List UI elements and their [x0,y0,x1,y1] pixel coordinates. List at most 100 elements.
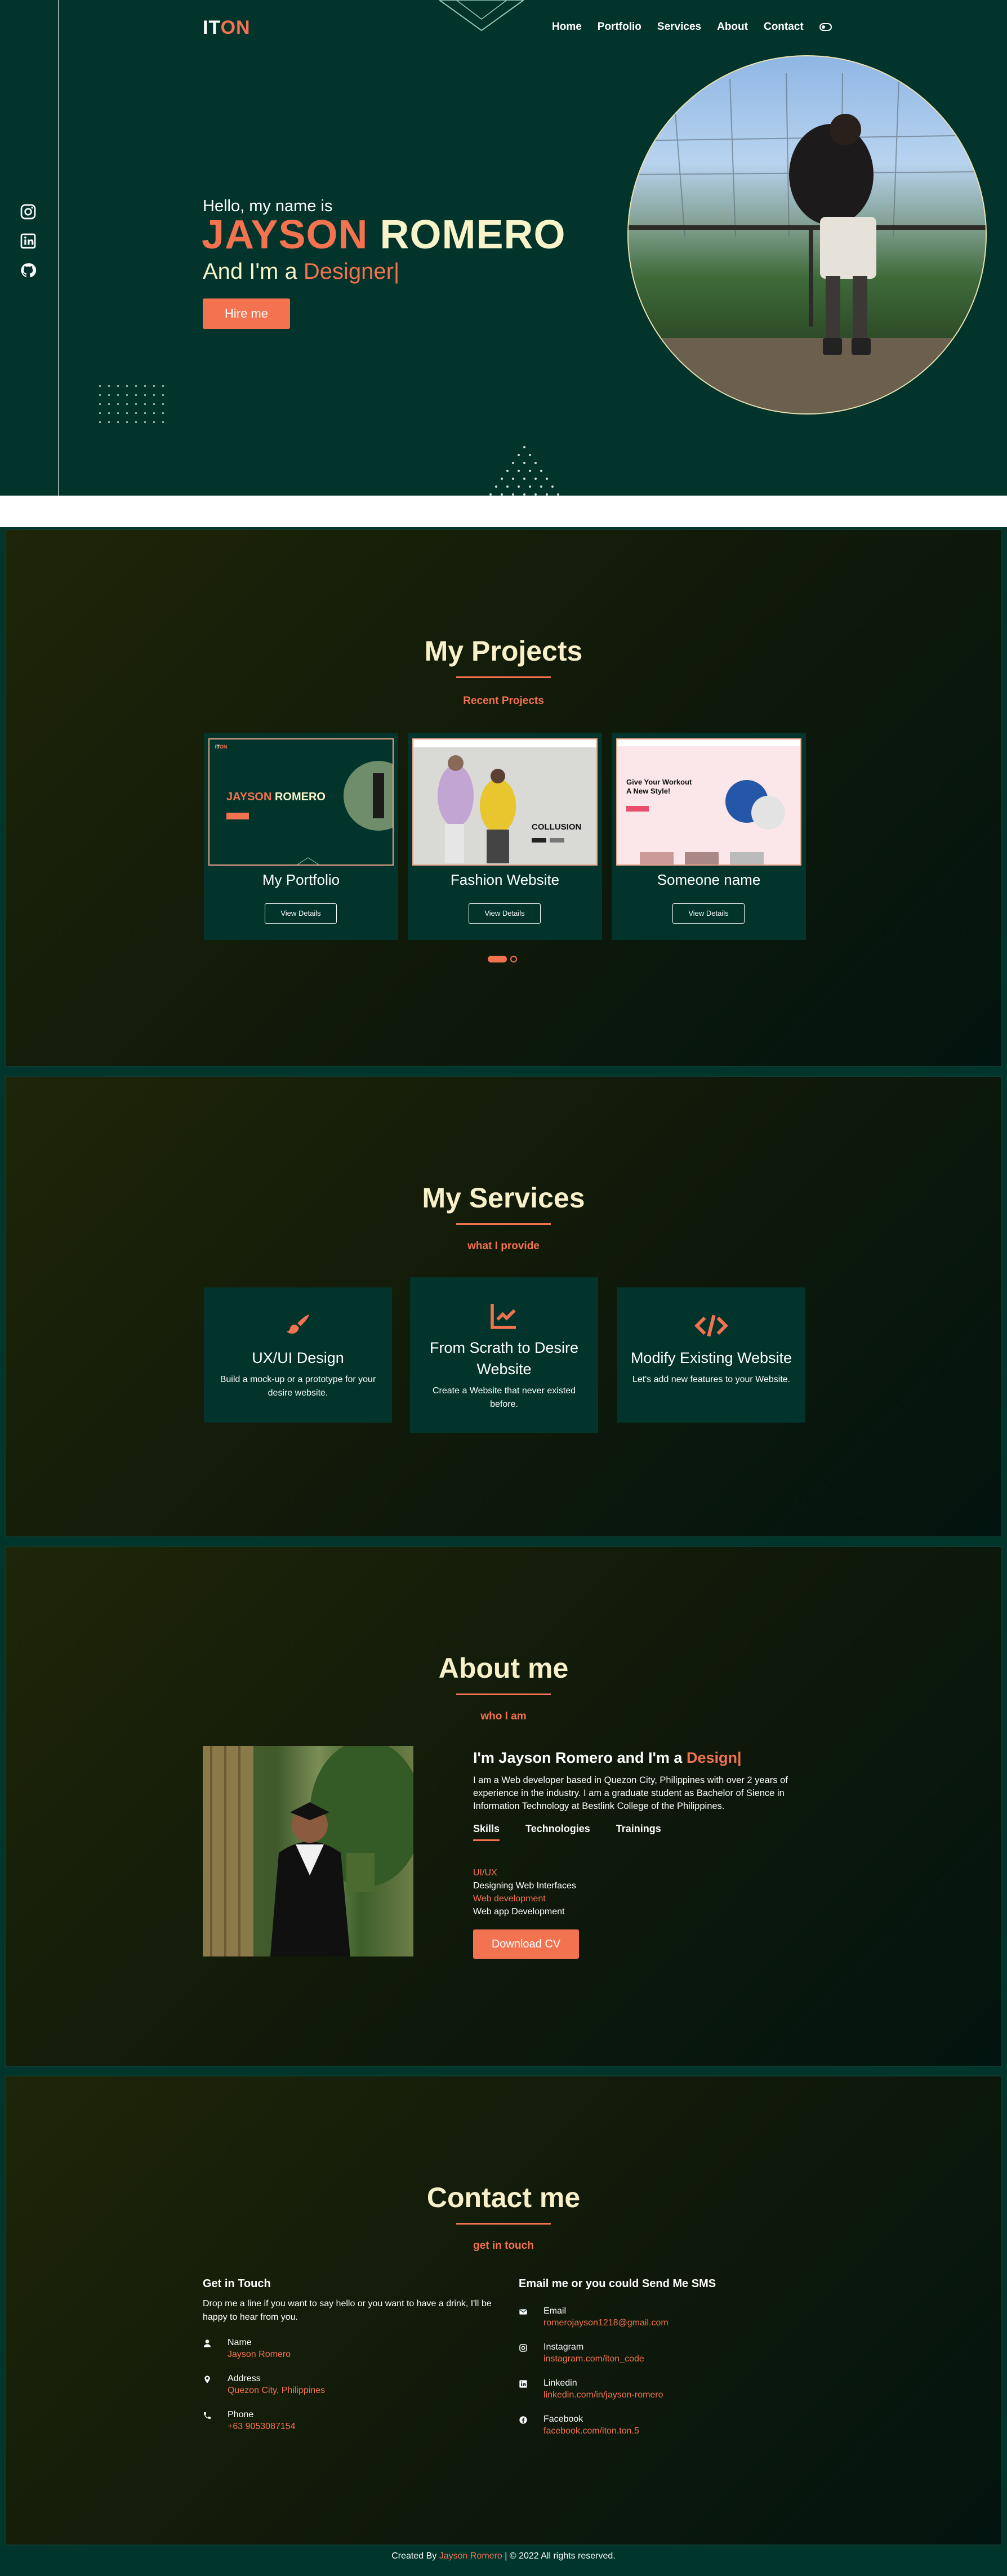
services-section: My Services what I provide UX/UI Design … [5,1076,1002,1537]
contact-item-instagram[interactable]: Instagram instagram.com/iton_code [519,2341,716,2365]
get-in-touch-heading: Get in Touch [203,2278,271,2290]
service-card: UX/UI Design Build a mock-up or a protot… [204,1287,392,1423]
about-title: About me [438,1652,569,1684]
skill-heading: UI/UX [473,1868,497,1878]
skill-detail: Web app Development [473,1907,565,1917]
service-description: Build a mock-up or a prototype for your … [220,1375,376,1398]
project-title: Someone name [657,871,761,888]
project-title: Fashion Website [450,871,560,888]
code-icon [694,1314,728,1337]
linkedin-icon[interactable] [19,232,37,250]
about-text: I am a Web developer based in Quezon Cit… [473,1775,788,1811]
mail-icon [519,2309,527,2315]
brush-icon [287,1314,309,1334]
tab-technologies[interactable]: Technologies [525,1823,590,1841]
service-description: Create a Website that never existed befo… [432,1386,576,1409]
section-gap [0,496,1007,527]
service-title: UX/UI Design [252,1349,344,1366]
project-screenshot: COLLUSION [412,738,598,866]
contact-right: Email me or you could Send Me SMS Email r… [519,2278,716,2437]
instagram-icon [519,2344,527,2352]
footer-author[interactable]: Jayson Romero [439,2551,502,2561]
project-title: My Portfolio [262,871,340,888]
location-icon [204,2376,210,2383]
phone-icon [204,2412,211,2419]
contact-item-address: Address Quezon City, Philippines [203,2373,518,2396]
mini-brand: COLLUSION [532,822,581,832]
svg-text:ITON: ITON [215,744,227,750]
service-description: Let's add new features to your Website. [632,1375,791,1384]
service-title: Modify Existing Website [630,1349,792,1366]
skills-list: UI/UX Designing Web Interfaces Web devel… [473,1866,576,1918]
hero-section: ITON Home Portfolio Services About Conta… [0,0,1007,496]
title-underline [456,1693,551,1695]
nav-portfolio[interactable]: Portfolio [598,21,641,33]
tab-skills[interactable]: Skills [473,1823,500,1841]
view-details-button[interactable]: View Details [469,903,541,924]
footer: Created By Jayson Romero | © 2022 All ri… [391,2551,616,2561]
user-icon [204,2339,211,2347]
contact-item-linkedin[interactable]: Linkedin linkedin.com/in/jayson-romero [519,2377,716,2401]
service-card: From Scrath to Desire Website Create a W… [410,1277,598,1433]
linkedin-icon [519,2380,527,2388]
title-underline [456,2223,551,2225]
about-intro: I'm Jayson Romero and I'm a Design| [473,1749,742,1766]
service-card: Modify Existing Website Let's add new fe… [617,1287,805,1423]
pagination-dot-active[interactable] [488,956,507,962]
download-cv-button[interactable]: Download CV [473,1929,579,1959]
project-card[interactable]: COLLUSION Fashion Website View Details [408,733,602,940]
contact-subtitle: get in touch [473,2240,534,2252]
nav-services[interactable]: Services [657,21,701,33]
title-underline [456,676,551,678]
tab-trainings[interactable]: Trainings [616,1823,661,1841]
hire-me-button[interactable]: Hire me [203,298,290,329]
contact-title: Contact me [426,2182,581,2213]
contact-left: Get in Touch Drop me a line if you want … [203,2278,518,2432]
contact-item-phone: Phone +63 9053087154 [203,2409,518,2432]
nav-contact[interactable]: Contact [764,21,804,33]
pagination-dot[interactable] [510,956,517,962]
skill-detail: Designing Web Interfaces [473,1881,576,1891]
skill-heading: Web development [473,1894,546,1904]
theme-toggle-icon[interactable] [819,23,832,31]
nav-home[interactable]: Home [552,21,582,33]
carousel-pagination [488,956,517,962]
contact-item-name: Name Jayson Romero [203,2337,518,2360]
about-tabs: Skills Technologies Trainings [473,1823,661,1841]
profile-photo [627,55,987,415]
projects-section: My Projects Recent Projects ITON JAYSON … [5,529,1002,1067]
site-logo[interactable]: ITON [203,17,251,39]
services-title: My Services [422,1182,585,1214]
mini-name: JAYSON ROMERO [226,791,326,803]
nav-about[interactable]: About [717,21,748,33]
main-nav: Home Portfolio Services About Contact [552,21,832,33]
divider-line [58,0,59,496]
about-subtitle: who I am [480,1710,527,1722]
svg-text:A New Style!: A New Style! [626,787,670,795]
facebook-icon [519,2416,527,2424]
hero-role: And I'm a Designer| [203,259,400,284]
service-title: From Scrath to Desire Website [429,1339,579,1378]
project-screenshot: ITON JAYSON ROMERO [208,738,394,866]
github-icon[interactable] [19,261,37,279]
projects-subtitle: Recent Projects [463,695,544,707]
contact-item-facebook[interactable]: Facebook facebook.com/iton.ton.5 [519,2413,716,2437]
chart-line-icon [491,1304,516,1329]
view-details-button[interactable]: View Details [265,903,337,924]
about-photo [203,1746,413,1956]
email-sms-heading: Email me or you could Send Me SMS [519,2278,716,2290]
svg-text:Give Your Workout: Give Your Workout [626,778,692,786]
project-card[interactable]: Give Your Workout A New Style! Someone n… [612,733,806,940]
contact-item-email[interactable]: Email romerojayson1218@gmail.com [519,2305,716,2329]
services-subtitle: what I provide [467,1240,540,1252]
projects-title: My Projects [424,635,583,667]
instagram-icon[interactable] [19,203,37,221]
social-links [19,203,37,279]
project-screenshot: Give Your Workout A New Style! [616,738,801,866]
view-details-button[interactable]: View Details [672,903,745,924]
dot-triangle-decoration [489,446,559,496]
project-card[interactable]: ITON JAYSON ROMERO My Portfolio View Det… [204,733,398,940]
hero-name: JAYSON ROMERO [202,212,566,257]
get-in-touch-text: Drop me a line if you want to say hello … [203,2299,492,2322]
dot-pattern [99,385,164,423]
